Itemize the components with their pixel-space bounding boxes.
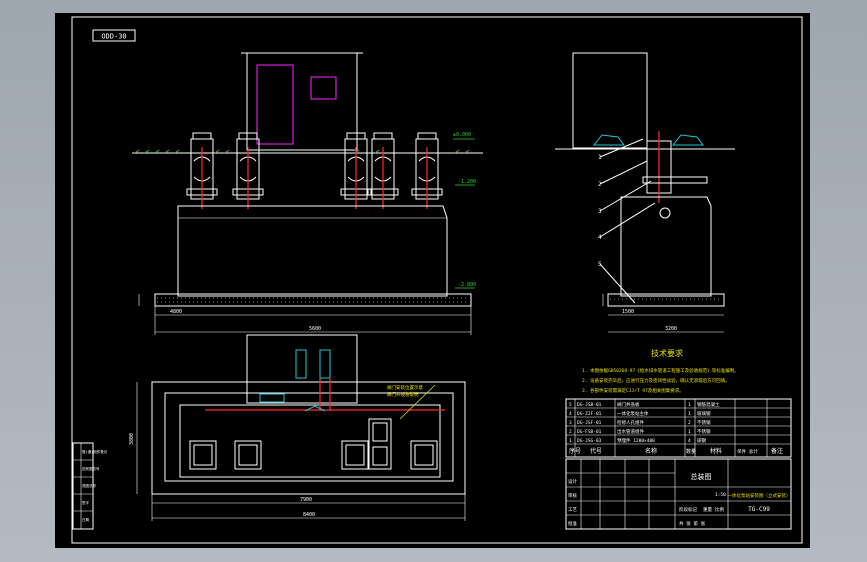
bom-row1-code: DG-JSB-01 (577, 402, 602, 408)
scale-value: 1:50 (715, 492, 726, 498)
tank-body (177, 205, 448, 297)
dim-front-width: 5600 (309, 326, 321, 332)
control-kiosk (246, 52, 358, 151)
side-tank (620, 196, 712, 297)
part-label-1: 1 (598, 154, 602, 161)
bom-row1-qty: 1 (688, 402, 691, 408)
bom-header-code: 代号 (590, 447, 602, 455)
bom-row5-mat: 碳钢 (697, 437, 706, 444)
bom-row2-mat: 玻璃钢 (697, 410, 711, 417)
plan-note-1: 阀门安装位置示意 (387, 384, 423, 391)
title-block: 总装图 一体化泵站安装图（立式安装） TG-C99 阶段标记 重量 比例 1:5… (565, 458, 792, 530)
left-block-5: 日期 (82, 517, 89, 522)
weight-label: 重量 (703, 506, 712, 513)
bom-header-weight: 单件 总计 (737, 448, 758, 455)
dim-front-base: 4800 (170, 309, 182, 315)
bom-row2-qty: 1 (688, 411, 691, 417)
drawing-sheet[interactable]: ODD-30 4800 5600 ±0.000 -1.200 -2.800 阀门… (55, 13, 810, 548)
bom-row4-no: 2 (569, 429, 572, 435)
part-label-4: 4 (598, 234, 602, 241)
bom-row5-name: 预埋件 1200×400 (617, 437, 655, 444)
tech-note-3: 3. 各部件安装需满足CJJ/T 97及相关图集要求。 (582, 387, 684, 394)
elev-top: ±0.000 (453, 132, 471, 138)
bom-row2-name: 一体化泵站主体 (617, 410, 649, 417)
drawing-title: 一体化泵站安装图（立式安装） (728, 492, 791, 499)
dim-plan-width: 7900 (300, 497, 312, 503)
bom-table: 5 DG-JSB-01 阀门井盖板 1 钢筋混凝土 4 DG-ZJF-01 一体… (565, 398, 792, 458)
field-approve: 批准 (568, 520, 577, 527)
part-label-2: 2 (598, 181, 602, 188)
bom-header-qty: 数量 (686, 448, 696, 455)
left-block-4: 签字 (82, 500, 89, 505)
sheet-label: 共 张 第 张 (679, 520, 706, 527)
left-block-2: 旧底图总号 (82, 466, 100, 471)
field-process: 工艺 (568, 507, 577, 513)
elev-mid: -1.200 (458, 179, 476, 185)
bom-row3-mat: 不锈钢 (697, 419, 711, 426)
bom-row4-mat: 不锈钢 (697, 428, 711, 435)
bom-row5-no: 1 (569, 438, 572, 444)
left-block-3: 底图总号 (82, 483, 96, 488)
bom-header-name: 名称 (645, 447, 657, 455)
bom-row5-qty: 4 (688, 438, 691, 444)
bom-row1-name: 阀门井盖板 (617, 401, 640, 408)
part-label-5: 5 (598, 261, 602, 268)
drawing-number: TG-C99 (748, 506, 770, 513)
bom-row2-no: 4 (569, 411, 572, 417)
bom-header-no: 序号 (569, 447, 581, 455)
part-label-3: 3 (598, 208, 602, 215)
stage-label: 阶段标记 (679, 506, 697, 513)
assembly-label: 总装图 (691, 472, 712, 481)
left-revision-block: 借(通)用件登记 旧底图总号 底图总号 签字 日期 (72, 442, 108, 530)
tech-note-1: 1. 本图依据GB50268-97《给水排水管道工程施工及验收规范》等标准编制。 (582, 367, 739, 374)
bom-row5-code: DG-JSG-03 (577, 438, 602, 444)
dim-side-base: 1500 (622, 309, 634, 315)
side-kiosk (572, 52, 648, 149)
bom-row3-qty: 2 (688, 420, 691, 426)
plan-note-2: 阀门井规格说明 (387, 391, 419, 398)
scale-label: 比例 (715, 506, 724, 513)
drawing-canvas: ODD-30 4800 5600 ±0.000 -1.200 -2.800 阀门… (71, 16, 803, 544)
tech-notes: 技术要求 1. 本图依据GB50268-97《给水排水管道工程施工及验收规范》等… (582, 348, 739, 394)
cad-viewer-background: ODD-30 4800 5600 ±0.000 -1.200 -2.800 阀门… (0, 0, 867, 562)
left-block-1: 借(通)用件登记 (82, 449, 108, 454)
dim-plan-height: 3800 (129, 433, 135, 445)
bom-header-material: 材料 (710, 447, 722, 455)
bom-header-note: 备注 (771, 447, 783, 455)
elev-low: -2.800 (458, 282, 476, 288)
front-elevation-view: 4800 5600 ±0.000 -1.200 -2.800 (132, 52, 483, 335)
field-review: 审核 (568, 492, 577, 499)
bom-row3-no: 3 (569, 420, 572, 426)
code-box-text: ODD-30 (101, 33, 126, 41)
bom-row1-no: 5 (569, 402, 572, 408)
bom-row3-code: DG-JSF-01 (577, 420, 602, 426)
plan-tank (179, 404, 441, 478)
side-section-view: 1500 3200 1 2 3 4 5 (555, 52, 735, 333)
dim-side-width: 3200 (665, 326, 677, 332)
riser-columns (186, 132, 443, 209)
tech-note-2: 2. 设备安装完毕后，应进行压力及密闭性试验，确认无渗漏后方可回填。 (582, 377, 730, 384)
bom-row2-code: DG-ZJF-01 (577, 411, 602, 417)
bom-row4-qty: 1 (688, 429, 691, 435)
bom-row1-mat: 钢筋混凝土 (697, 401, 720, 408)
tech-title: 技术要求 (651, 348, 683, 358)
plan-view: 阀门安装位置示意 阀门井规格说明 7900 8400 3800 (129, 334, 466, 521)
kiosk-door (256, 64, 294, 145)
kiosk-window (310, 76, 337, 100)
bom-row3-name: 检修人孔组件 (617, 419, 644, 426)
bom-row4-code: DG-FSB-01 (577, 429, 602, 435)
dim-plan-outer: 8400 (303, 512, 315, 518)
field-design: 设计 (568, 478, 577, 485)
bom-row4-name: 出水管道组件 (617, 428, 644, 435)
